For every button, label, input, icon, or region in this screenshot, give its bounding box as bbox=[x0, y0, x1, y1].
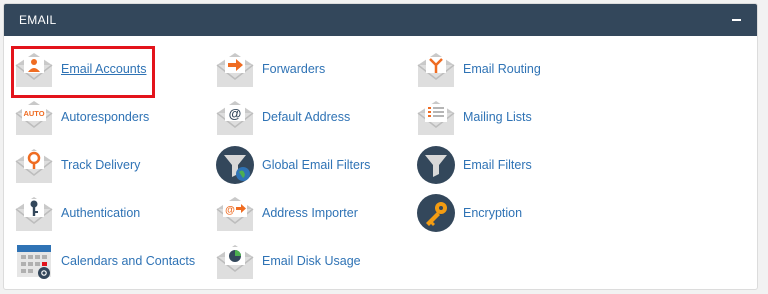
item-label[interactable]: Track Delivery bbox=[61, 158, 140, 172]
global-email-filters-icon bbox=[216, 146, 254, 184]
forwarders-item[interactable]: Forwarders bbox=[215, 47, 325, 91]
email-accounts-item[interactable]: Email Accounts bbox=[14, 47, 146, 91]
svg-text:@: @ bbox=[229, 106, 242, 121]
svg-text:@: @ bbox=[225, 205, 235, 216]
email-disk-usage-item[interactable]: Email Disk Usage bbox=[215, 239, 361, 283]
email-disk-usage-icon bbox=[216, 245, 254, 279]
autoresponders-icon: AUTO bbox=[15, 101, 53, 135]
email-accounts-icon bbox=[15, 53, 53, 87]
item-label[interactable]: Calendars and Contacts bbox=[61, 254, 195, 268]
item-label[interactable]: Autoresponders bbox=[61, 110, 149, 124]
item-label[interactable]: Global Email Filters bbox=[262, 158, 370, 172]
calendars-contacts-icon bbox=[17, 245, 51, 279]
svg-text:AUTO: AUTO bbox=[23, 109, 44, 118]
item-label[interactable]: Authentication bbox=[61, 206, 140, 220]
email-panel: EMAIL Email Accounts Forwarders Email Ro… bbox=[3, 3, 758, 290]
authentication-icon bbox=[15, 197, 53, 231]
track-delivery-item[interactable]: Track Delivery bbox=[14, 143, 140, 187]
mailing-lists-item[interactable]: Mailing Lists bbox=[416, 95, 532, 139]
email-routing-icon bbox=[417, 53, 455, 87]
item-label[interactable]: Encryption bbox=[463, 206, 522, 220]
global-email-filters-item[interactable]: Global Email Filters bbox=[215, 143, 370, 187]
default-address-item[interactable]: @ Default Address bbox=[215, 95, 350, 139]
item-label[interactable]: Email Filters bbox=[463, 158, 532, 172]
email-filters-icon bbox=[417, 146, 455, 184]
track-delivery-icon bbox=[15, 149, 53, 183]
mailing-lists-icon bbox=[417, 101, 455, 135]
email-routing-item[interactable]: Email Routing bbox=[416, 47, 541, 91]
address-importer-item[interactable]: @ Address Importer bbox=[215, 191, 358, 235]
item-label[interactable]: Email Accounts bbox=[61, 62, 146, 76]
item-label[interactable]: Mailing Lists bbox=[463, 110, 532, 124]
authentication-item[interactable]: Authentication bbox=[14, 191, 140, 235]
item-label[interactable]: Email Disk Usage bbox=[262, 254, 361, 268]
email-filters-item[interactable]: Email Filters bbox=[416, 143, 532, 187]
calendars-contacts-item[interactable]: Calendars and Contacts bbox=[14, 239, 195, 283]
item-label[interactable]: Forwarders bbox=[262, 62, 325, 76]
minus-icon[interactable] bbox=[729, 13, 743, 27]
forwarders-icon bbox=[216, 53, 254, 87]
autoresponders-item[interactable]: AUTO Autoresponders bbox=[14, 95, 149, 139]
item-label[interactable]: Default Address bbox=[262, 110, 350, 124]
panel-header[interactable]: EMAIL bbox=[4, 4, 757, 36]
item-label[interactable]: Email Routing bbox=[463, 62, 541, 76]
address-importer-icon: @ bbox=[216, 197, 254, 231]
encryption-icon bbox=[417, 194, 455, 232]
default-address-icon: @ bbox=[216, 101, 254, 135]
panel-title: EMAIL bbox=[19, 13, 57, 27]
item-label[interactable]: Address Importer bbox=[262, 206, 358, 220]
encryption-item[interactable]: Encryption bbox=[416, 191, 522, 235]
